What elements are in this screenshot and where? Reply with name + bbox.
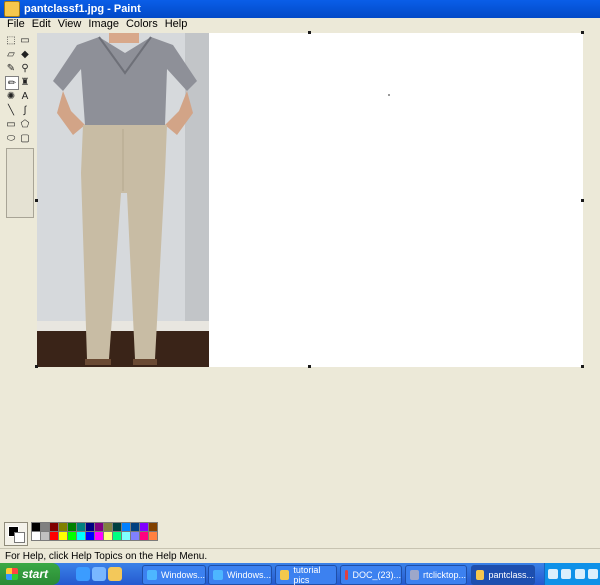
- tray-network-icon[interactable]: [548, 569, 559, 579]
- tray-volume-icon[interactable]: [561, 569, 572, 579]
- pants-photo: [37, 33, 209, 367]
- free-select-icon[interactable]: ⬚: [5, 34, 17, 46]
- taskbar-button[interactable]: DOC_(23)...: [340, 565, 402, 585]
- window-title: pantclassf1.jpg - Paint: [24, 3, 141, 15]
- start-label: start: [22, 567, 49, 581]
- magnifier-icon[interactable]: ⚲: [19, 62, 31, 74]
- brush-icon[interactable]: ♜: [19, 76, 31, 88]
- menu-file[interactable]: File: [7, 18, 25, 31]
- resize-handle-top-middle[interactable]: [308, 31, 311, 34]
- resize-handle-middle-right[interactable]: [581, 199, 584, 202]
- curve-icon[interactable]: ∫: [19, 104, 31, 116]
- taskbar-button[interactable]: rtclicktop...: [405, 565, 467, 585]
- resize-handle-bottom-right[interactable]: [581, 365, 584, 368]
- taskbar-button-label: Windows...: [226, 570, 271, 580]
- drawing-canvas[interactable]: [35, 31, 584, 368]
- status-bar: For Help, click Help Topics on the Help …: [0, 548, 600, 564]
- taskbar-app-icon: [476, 570, 485, 580]
- system-tray: [544, 563, 600, 585]
- current-colors[interactable]: [4, 522, 28, 546]
- tray-clock-icon[interactable]: [587, 569, 598, 579]
- taskbar-button-label: tutorial pics: [293, 565, 321, 585]
- taskbar-button-label: DOC_(23)...: [352, 570, 401, 580]
- ie-quicklaunch-icon[interactable]: [76, 567, 90, 581]
- polygon-icon[interactable]: ⬠: [19, 118, 31, 130]
- taskbar-app-icon: [147, 570, 157, 580]
- menu-edit[interactable]: Edit: [32, 18, 51, 31]
- eraser-icon[interactable]: ▱: [5, 48, 17, 60]
- pick-color-icon[interactable]: ✎: [5, 62, 17, 74]
- taskbar-button[interactable]: Windows...: [208, 565, 272, 585]
- color-palette: [0, 518, 600, 547]
- taskbar-app-icon: [410, 570, 419, 580]
- fill-icon[interactable]: ◆: [19, 48, 31, 60]
- taskbar-button[interactable]: tutorial pics: [275, 565, 337, 585]
- tray-security-icon[interactable]: [574, 569, 585, 579]
- canvas-workspace: [35, 31, 600, 518]
- palette-swatch[interactable]: [148, 531, 158, 541]
- resize-handle-top-right[interactable]: [581, 31, 584, 34]
- status-text: For Help, click Help Topics on the Help …: [5, 551, 208, 562]
- resize-handle-middle-left[interactable]: [35, 199, 38, 202]
- taskbar-button[interactable]: pantclass...: [471, 565, 535, 585]
- airbrush-icon[interactable]: ✺: [5, 90, 17, 102]
- background-color: [14, 532, 25, 543]
- canvas-dot: [388, 94, 390, 96]
- text-icon[interactable]: A: [19, 90, 31, 102]
- paint-app-icon[interactable]: [4, 1, 20, 17]
- menu-colors[interactable]: Colors: [126, 18, 158, 31]
- desktop-quicklaunch-icon[interactable]: [108, 567, 122, 581]
- menu-view[interactable]: View: [58, 18, 82, 31]
- taskbar-app-icon: [345, 570, 349, 580]
- tool-options-box[interactable]: [6, 148, 34, 218]
- start-button[interactable]: start: [0, 563, 60, 585]
- toolbox: ⬚ ▭ ▱ ◆ ✎ ⚲ ✏ ♜ ✺ A ╲ ∫ ▭ ⬠ ⬭ ▢: [0, 31, 38, 518]
- line-icon[interactable]: ╲: [5, 104, 17, 116]
- title-bar: pantclassf1.jpg - Paint: [0, 0, 600, 18]
- resize-handle-bottom-left[interactable]: [35, 365, 38, 368]
- windows-logo-icon: [6, 568, 18, 580]
- resize-handle-bottom-middle[interactable]: [308, 365, 311, 368]
- menu-help[interactable]: Help: [165, 18, 188, 31]
- taskbar-button-label: rtclicktop...: [422, 570, 466, 580]
- media-quicklaunch-icon[interactable]: [92, 567, 106, 581]
- taskbar-button-label: pantclass...: [488, 570, 534, 580]
- taskbar-app-icon: [213, 570, 223, 580]
- taskbar-button-label: Windows...: [160, 570, 205, 580]
- rectangle-icon[interactable]: ▭: [5, 118, 17, 130]
- taskbar-app-icon: [280, 570, 290, 580]
- rounded-rectangle-icon[interactable]: ▢: [19, 132, 31, 144]
- pencil-icon[interactable]: ✏: [5, 76, 19, 90]
- ellipse-icon[interactable]: ⬭: [5, 132, 17, 144]
- taskbar: start Windows... Windows... tutorial pics D…: [0, 563, 600, 585]
- menu-image[interactable]: Image: [88, 18, 119, 31]
- select-icon[interactable]: ▭: [19, 34, 31, 46]
- menu-bar: File Edit View Image Colors Help: [0, 18, 600, 31]
- taskbar-button[interactable]: Windows...: [142, 565, 206, 585]
